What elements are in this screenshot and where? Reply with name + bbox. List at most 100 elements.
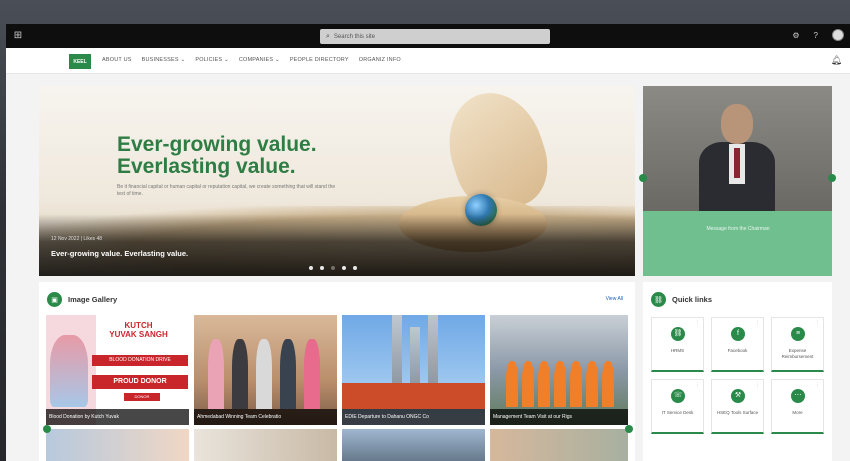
more-options-icon[interactable]: ⋮ [695,382,700,388]
nav-item-policies[interactable]: POLICIES ⌄ [195,57,229,63]
leader-message-text: Message from the Chairman [706,226,770,232]
gallery-tile[interactable] [342,429,485,461]
nav-item-people-directory[interactable]: PEOPLE DIRECTORY [290,57,349,63]
search-icon: ⌕ [326,32,330,40]
quick-link-label: IT Service Desk [661,410,694,415]
tile-caption: Management Team Visit at our Rigs [490,409,628,425]
leader-message-band [643,211,832,276]
gallery-tile[interactable]: KUTCH YUVAK SANGH BLOOD DONATION DRIVE P… [46,315,189,425]
poster-line: KUTCH [124,321,153,330]
nav-item-label: COMPANIES [238,57,274,63]
nav-item-businesses[interactable]: BUSINESSES ⌄ [142,57,186,63]
avatar[interactable] [832,29,844,41]
quick-link-more[interactable]: ⋮ ⋯ More [771,379,824,434]
leader-message-card[interactable]: Message from the Chairman [643,86,832,276]
tile-caption: EDIE Departure to Dahanu ONGC Co [342,409,485,425]
quick-links-title: Quick links [672,295,713,304]
nav-item-organiz-info[interactable]: ORGANIZ INFO [359,57,401,63]
quick-link-label: HSEQ Tools Surface [716,410,759,415]
quick-link-it-service-desk[interactable]: ⋮ ☏ IT Service Desk [651,379,704,434]
carousel-dot[interactable] [309,266,313,270]
search-placeholder: Search this site [333,33,375,40]
site-navigation: KEEL ABOUT US BUSINESSES ⌄ POLICIES ⌄ CO… [6,48,850,74]
gallery-icon: ▣ [47,292,62,307]
hero-subtitle: Be it financial capital or human capital… [117,184,336,197]
chevron-down-icon: ⌄ [224,57,229,63]
notification-bell-icon[interactable]: 🔔︎ [831,55,842,66]
quick-link-label: Facebook [727,348,748,353]
site-logo[interactable]: KEEL [69,54,91,69]
nav-item-label: POLICIES [195,57,223,63]
browser-window: ⊞ ⌕ Search this site ⚙ ? KEEL ABOUT US B… [6,24,850,461]
facebook-icon: f [731,327,745,341]
chevron-down-icon: ⌄ [180,57,186,63]
more-options-icon[interactable]: ⋮ [755,320,760,326]
image-gallery-section: ▣ Image Gallery View All KUTCH YUVAK SAN… [39,282,635,461]
link-icon: ⛓ [651,292,666,307]
gallery-prev-icon[interactable] [43,425,51,433]
carousel-prev-icon[interactable] [639,174,647,182]
gallery-tile[interactable] [46,429,189,461]
suite-bar-icons: ⚙ ? [792,29,844,41]
carousel-dot[interactable] [320,266,324,270]
gallery-tile[interactable] [194,429,337,461]
nav-item-about[interactable]: ABOUT US [102,57,132,63]
carousel-next-icon[interactable] [828,174,836,182]
chevron-down-icon: ⌄ [275,57,280,63]
headset-icon: ☏ [671,389,685,403]
carousel-dot[interactable] [331,266,335,270]
gallery-tile[interactable]: EDIE Departure to Dahanu ONGC Co [342,315,485,425]
tile-caption: Ahmedabad Winning Team Celebratio [194,409,337,425]
person-image [699,104,775,211]
leader-photo [643,86,832,211]
view-all-link[interactable]: View All [606,296,623,302]
poster-band: DONOR [124,393,160,401]
poster-line: YUVAK SANGH [109,330,168,339]
hero-caption[interactable]: Ever-growing value. Everlasting value. [51,249,188,258]
tools-icon: ⚒ [731,389,745,403]
more-icon: ⋯ [791,389,805,403]
suite-bar: ⊞ ⌕ Search this site ⚙ ? [6,24,850,48]
quick-links-header: ⛓ Quick links [651,292,712,307]
more-options-icon[interactable]: ⋮ [755,382,760,388]
gallery-header: ▣ Image Gallery [47,292,117,307]
nav-item-companies[interactable]: COMPANIES ⌄ [239,57,280,63]
hero-title-line2: Everlasting value. [117,155,296,178]
receipt-icon: ≡ [791,327,805,341]
quick-link-label: HRMS [670,348,685,353]
gallery-tile[interactable] [490,429,628,461]
hero-title: Ever-growing value. Everlasting value. [117,134,317,178]
help-icon[interactable]: ? [814,31,818,40]
more-options-icon[interactable]: ⋮ [815,320,820,326]
poster-heading: KUTCH YUVAK SANGH [91,321,186,351]
person-image [50,335,88,407]
more-options-icon[interactable]: ⋮ [695,320,700,326]
hero-carousel[interactable]: Ever-growing value. Everlasting value. B… [39,86,635,276]
quick-link-facebook[interactable]: ⋮ f Facebook [711,317,764,372]
settings-icon[interactable]: ⚙ [792,31,799,40]
quick-links-section: ⛓ Quick links ⋮ ⛓ HRMS ⋮ f Facebook ⋮ ≡ … [643,282,832,461]
hero-title-line1: Ever-growing value. [117,133,317,156]
quick-link-hrms[interactable]: ⋮ ⛓ HRMS [651,317,704,372]
gallery-title: Image Gallery [68,295,118,304]
quick-link-label: Expense Reimbursement [781,348,814,359]
search-input[interactable]: ⌕ Search this site [320,29,550,44]
quick-link-hseq-tools[interactable]: ⋮ ⚒ HSEQ Tools Surface [711,379,764,434]
carousel-dots [309,266,357,270]
tile-caption: Blood Donation by Kutch Yuvak [46,409,189,425]
poster-band: BLOOD DONATION DRIVE [92,355,188,366]
quick-link-label: More [792,410,803,415]
link-icon: ⛓ [671,327,685,341]
gallery-next-icon[interactable] [625,425,633,433]
hero-meta: 12 Nov 2022 | Likes 48 [51,236,103,242]
app-launcher-icon[interactable]: ⊞ [12,30,24,42]
gallery-tile[interactable]: Management Team Visit at our Rigs [490,315,628,425]
nav-menu: ABOUT US BUSINESSES ⌄ POLICIES ⌄ COMPANI… [102,57,401,63]
carousel-dot[interactable] [342,266,346,270]
gallery-tile[interactable]: Ahmedabad Winning Team Celebratio [194,315,337,425]
more-options-icon[interactable]: ⋮ [815,382,820,388]
quick-link-expense[interactable]: ⋮ ≡ Expense Reimbursement [771,317,824,372]
carousel-dot[interactable] [353,266,357,270]
rig-deck-image [342,383,485,409]
nav-item-label: BUSINESSES [141,57,179,63]
